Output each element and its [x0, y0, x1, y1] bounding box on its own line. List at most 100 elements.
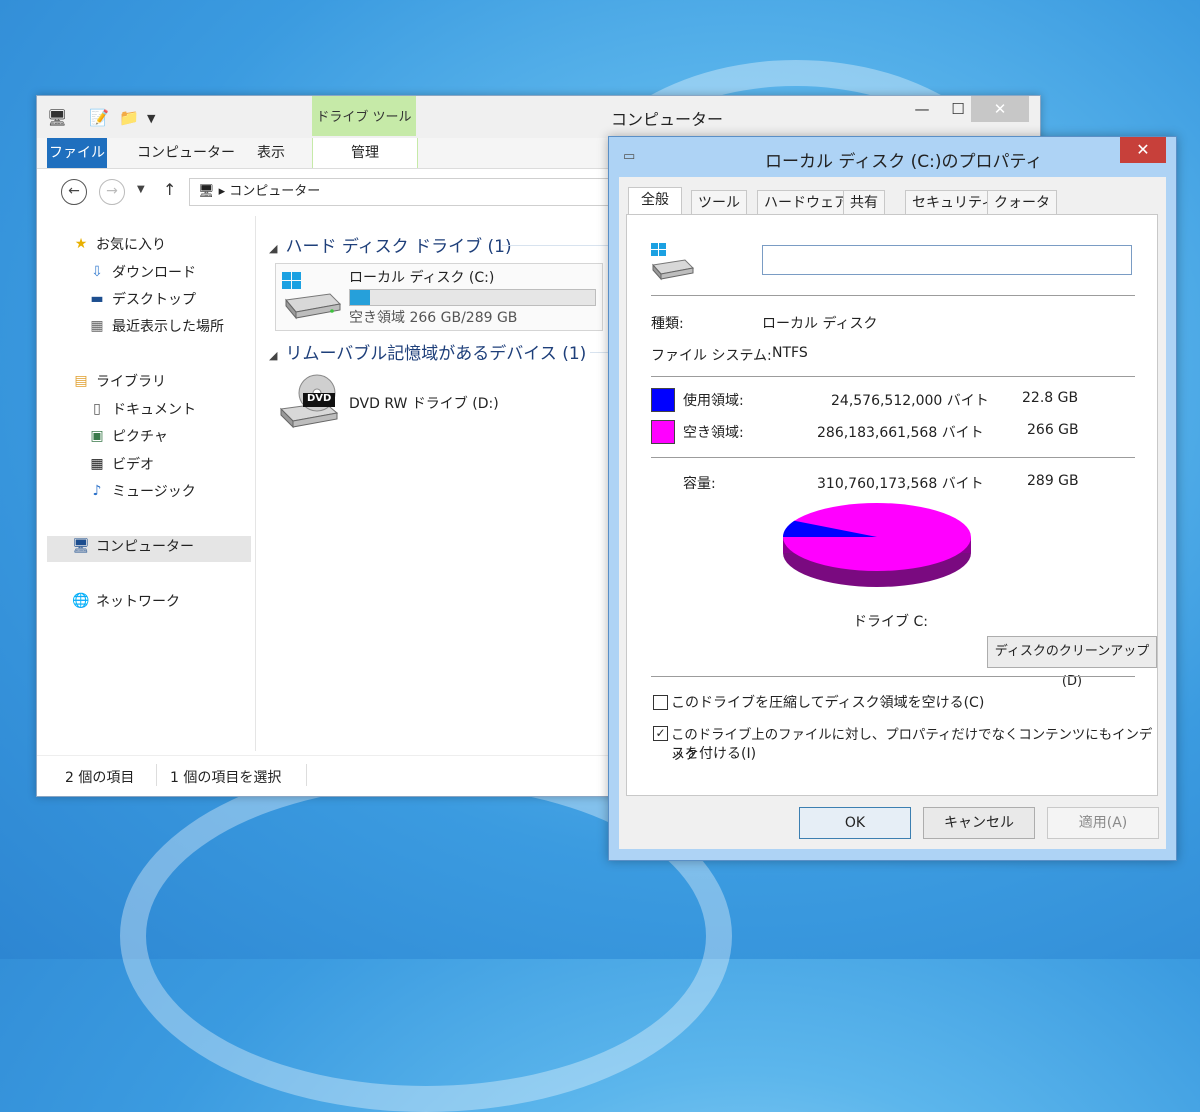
disk-cleanup-button[interactable]: ディスクのクリーンアップ(D): [987, 636, 1157, 689]
nav-documents[interactable]: ▯ ドキュメント: [87, 399, 196, 419]
nav-libraries[interactable]: ▤ ライブラリ: [71, 371, 166, 391]
nav-label: 最近表示した場所: [112, 319, 224, 335]
dvd-drive-item[interactable]: DVD DVD RW ドライブ (D:): [277, 371, 597, 433]
tab-sharing[interactable]: 共有: [843, 190, 885, 216]
new-folder-icon[interactable]: 📁: [119, 108, 139, 127]
separator: [651, 457, 1135, 458]
up-arrow-icon[interactable]: ↑: [163, 180, 176, 199]
recent-locations-dropdown-icon[interactable]: ▼: [137, 184, 145, 195]
free-space-bytes: 286,183,661,568 バイト: [817, 425, 984, 441]
navigation-pane: ★ お気に入り ⇩ ダウンロード ▬ デスクトップ ▦ 最近表示した場所 ▤ ライブラリ …: [37, 216, 256, 751]
nav-desktop[interactable]: ▬ デスクトップ: [87, 289, 196, 309]
drive-small-icon: ▭: [623, 149, 636, 164]
nav-pictures[interactable]: ▣ ピクチャ: [87, 426, 168, 446]
nav-downloads[interactable]: ⇩ ダウンロード: [87, 262, 196, 282]
nav-label: ミュージック: [112, 484, 196, 500]
group-label: ハード ディスク ドライブ (1): [285, 237, 512, 257]
tab-computer[interactable]: コンピューター: [125, 138, 247, 168]
status-item-count: 2 個の項目: [65, 770, 135, 786]
ok-button[interactable]: OK: [799, 807, 911, 839]
used-space-gb: 22.8 GB: [1022, 390, 1079, 406]
nav-label: ライブラリ: [96, 374, 166, 390]
compress-drive-checkbox[interactable]: [653, 695, 668, 710]
dvd-drive-name: DVD RW ドライブ (D:): [349, 396, 499, 412]
nav-label: ドキュメント: [112, 402, 196, 418]
tab-view[interactable]: 表示: [245, 138, 297, 168]
properties-dialog: ▭ ローカル ディスク (C:)のプロパティ ✕ 全般 ツール ハードウェア 共…: [608, 136, 1177, 861]
group-divider: [590, 352, 610, 353]
nav-network[interactable]: 🌐 ネットワーク: [71, 591, 180, 611]
forward-button[interactable]: →: [99, 179, 125, 205]
address-bar[interactable]: 🖥 ▸ コンピューター: [189, 178, 659, 206]
capacity-label: 容量:: [683, 476, 716, 492]
tab-file[interactable]: ファイル: [47, 138, 107, 168]
local-disk-name: ローカル ディスク (C:): [349, 270, 495, 286]
local-disk-item[interactable]: ローカル ディスク (C:) 空き領域 266 GB/289 GB: [275, 263, 603, 331]
nav-label: ネットワーク: [96, 594, 180, 610]
back-button[interactable]: ←: [61, 179, 87, 205]
recent-places-icon: ▦: [90, 318, 104, 334]
nav-videos[interactable]: ▦ ビデオ: [87, 454, 154, 474]
filesystem-value: NTFS: [772, 345, 808, 361]
window-title: コンピューター: [611, 110, 724, 129]
network-icon: 🌐: [72, 593, 90, 609]
computer-icon[interactable]: 🖥: [47, 108, 67, 127]
nav-label: お気に入り: [96, 237, 166, 253]
cancel-button[interactable]: キャンセル: [923, 807, 1035, 839]
nav-recent-places[interactable]: ▦ 最近表示した場所: [87, 316, 224, 336]
computer-icon: 🖥: [72, 538, 90, 554]
nav-label: ビデオ: [112, 457, 154, 473]
index-drive-checkbox[interactable]: ✓: [653, 726, 668, 741]
drive-name-input[interactable]: [762, 245, 1132, 275]
nav-label: ピクチャ: [112, 429, 168, 445]
dvd-badge: DVD: [307, 393, 332, 404]
disk-usage-bar: [349, 289, 596, 306]
properties-icon[interactable]: 📝: [89, 108, 109, 127]
video-icon: ▦: [90, 456, 104, 472]
nav-music[interactable]: ♪ ミュージック: [87, 481, 196, 501]
free-space-swatch: [651, 420, 675, 444]
drive-label: ドライブ C:: [853, 614, 928, 630]
collapse-arrow-icon: ◢: [269, 242, 278, 255]
capacity-gb: 289 GB: [1027, 473, 1079, 489]
dialog-body: 全般 ツール ハードウェア 共有 セキュリティ クォータ 種類: ローカル ディ…: [619, 177, 1166, 849]
group-divider: [502, 245, 612, 246]
removable-group-header[interactable]: ◢ リムーバブル記憶域があるデバイス (1): [269, 339, 586, 364]
desktop-icon: ▬: [90, 291, 104, 307]
type-label: 種類:: [651, 316, 684, 332]
nav-label: ダウンロード: [112, 265, 196, 281]
used-space-swatch: [651, 388, 675, 412]
drive-tools-context-tab: ドライブ ツール: [312, 96, 416, 136]
used-space-bytes: 24,576,512,000 バイト: [831, 393, 989, 409]
hdd-group-header[interactable]: ◢ ハード ディスク ドライブ (1): [269, 232, 512, 257]
separator: [651, 295, 1135, 296]
hard-drive-icon: [282, 272, 342, 320]
nav-computer[interactable]: 🖥 コンピューター: [71, 536, 194, 556]
status-divider: [306, 764, 307, 786]
star-icon: ★: [74, 236, 88, 252]
disk-usage-fill: [350, 290, 370, 305]
tab-manage[interactable]: 管理: [312, 138, 418, 168]
nav-label: デスクトップ: [112, 292, 196, 308]
quick-access-dropdown-icon[interactable]: ▼: [147, 112, 155, 125]
nav-favorites[interactable]: ★ お気に入り: [71, 234, 166, 254]
separator: [651, 676, 1135, 677]
tab-general[interactable]: 全般: [628, 187, 682, 215]
close-button[interactable]: ✕: [971, 96, 1029, 122]
separator: [651, 376, 1135, 377]
apply-button[interactable]: 適用(A): [1047, 807, 1159, 839]
free-space-label: 空き領域:: [683, 425, 744, 441]
downloads-folder-icon: ⇩: [91, 264, 103, 280]
index-drive-label-line2[interactable]: スを付ける(I): [671, 743, 756, 763]
address-text: コンピューター: [229, 184, 321, 199]
dialog-titlebar: ▭ ローカル ディスク (C:)のプロパティ ✕: [609, 137, 1176, 175]
explorer-titlebar: 🖥 📝 📁 ▼ ドライブ ツール コンピューター — ☐ ✕: [37, 96, 1040, 138]
nav-label: コンピューター: [96, 539, 194, 555]
tab-quota[interactable]: クォータ: [987, 190, 1057, 216]
tab-hardware[interactable]: ハードウェア: [757, 190, 855, 216]
local-disk-free-space: 空き領域 266 GB/289 GB: [349, 310, 518, 326]
tab-tools[interactable]: ツール: [691, 190, 747, 216]
compress-drive-label[interactable]: このドライブを圧縮してディスク領域を空ける(C): [671, 692, 984, 712]
pictures-icon: ▣: [90, 428, 104, 444]
dialog-close-button[interactable]: ✕: [1120, 137, 1166, 163]
